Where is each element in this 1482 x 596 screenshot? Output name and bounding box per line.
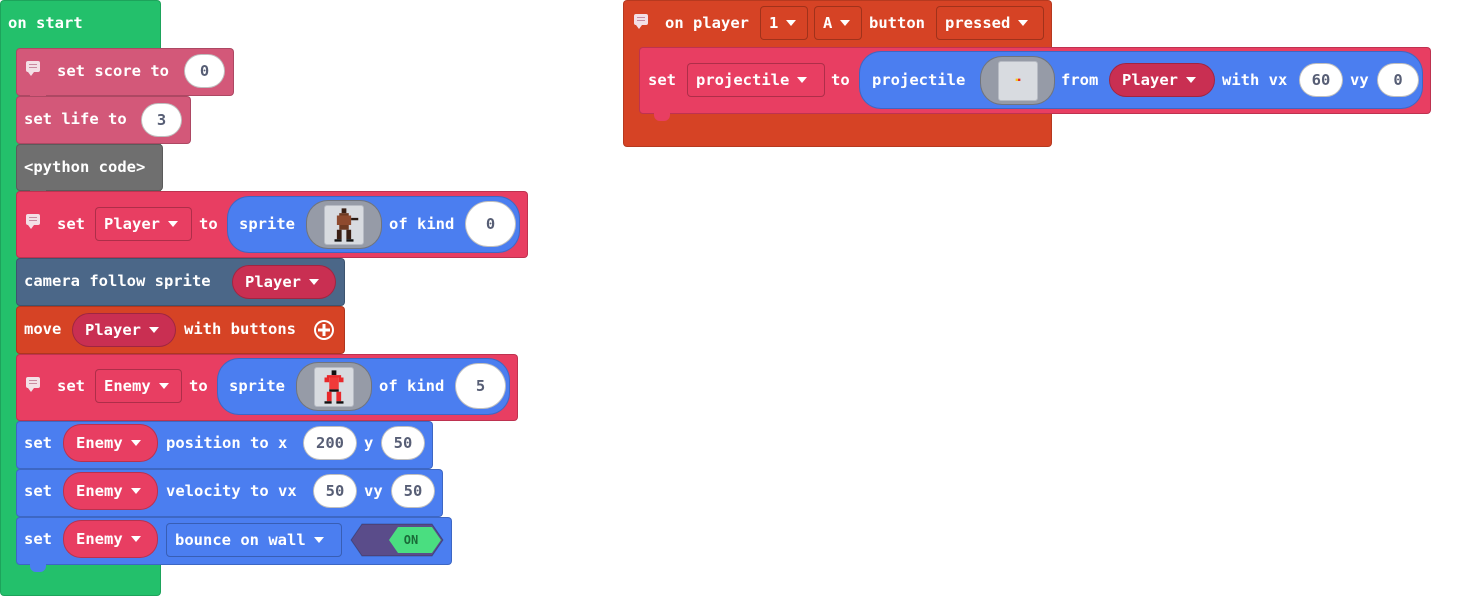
move-player-dropdown[interactable]: Player bbox=[72, 313, 176, 347]
plus-circle-icon[interactable] bbox=[312, 318, 336, 342]
chevron-down-icon bbox=[130, 440, 141, 446]
position-enemy-dropdown[interactable]: Enemy bbox=[63, 424, 158, 462]
chevron-down-icon bbox=[1018, 20, 1029, 26]
from-label: from bbox=[1061, 71, 1099, 89]
set-life-label: set life to bbox=[24, 110, 127, 128]
projectile-image-field[interactable] bbox=[980, 56, 1055, 105]
button-key-dropdown[interactable]: A bbox=[814, 6, 862, 40]
chevron-down-icon bbox=[158, 383, 169, 389]
position-enemy-name: Enemy bbox=[76, 434, 123, 452]
projectile-vy-label: vy bbox=[1350, 71, 1369, 89]
projectile-vy-input[interactable]: 0 bbox=[1377, 63, 1419, 97]
enemy-sprite-image-field[interactable] bbox=[296, 362, 372, 411]
bounce-toggle-label: ON bbox=[403, 533, 419, 547]
of-kind-label: of kind bbox=[379, 377, 445, 395]
projectile-vx-input[interactable]: 60 bbox=[1299, 63, 1343, 97]
enemy-variable-name: Enemy bbox=[104, 377, 151, 395]
chevron-down-icon bbox=[797, 77, 808, 83]
block-notch bbox=[654, 113, 670, 121]
set-projectile-set-label: set bbox=[648, 71, 676, 89]
enemy-variable-dropdown[interactable]: Enemy bbox=[95, 369, 182, 403]
score-value-input[interactable]: 0 bbox=[184, 54, 225, 88]
on-player-label: on player bbox=[665, 14, 749, 32]
enemy-kind-input[interactable]: 5 bbox=[455, 363, 506, 409]
chevron-down-icon bbox=[130, 536, 141, 542]
move-label: move bbox=[24, 320, 62, 338]
button-event-dropdown[interactable]: pressed bbox=[936, 6, 1044, 40]
comment-icon[interactable] bbox=[26, 61, 40, 76]
set-projectile-to-label: to bbox=[831, 71, 850, 89]
set-enemy-to-label: to bbox=[189, 377, 208, 395]
chevron-down-icon bbox=[1186, 77, 1196, 83]
projectile-variable-name: projectile bbox=[696, 71, 790, 89]
python-code-label: <python code> bbox=[24, 158, 146, 176]
player-variable-dropdown[interactable]: Player bbox=[95, 207, 192, 241]
set-velocity-set-label: set bbox=[24, 482, 52, 500]
chevron-down-icon bbox=[168, 221, 178, 227]
projectile-variable-dropdown[interactable]: projectile bbox=[687, 63, 825, 97]
camera-player-dropdown[interactable]: Player bbox=[232, 265, 336, 299]
bounce-enemy-name: Enemy bbox=[76, 530, 123, 548]
player-number-dropdown[interactable]: 1 bbox=[760, 6, 808, 40]
position-y-label: y bbox=[364, 434, 374, 452]
projectile-label: projectile bbox=[872, 71, 966, 89]
sprite-label: sprite bbox=[239, 215, 295, 233]
set-player-to-label: to bbox=[199, 215, 218, 233]
move-player-name: Player bbox=[85, 321, 141, 339]
velocity-vx-input[interactable]: 50 bbox=[313, 474, 357, 508]
chevron-down-icon bbox=[130, 488, 141, 494]
projectile-image bbox=[1015, 78, 1020, 81]
projectile-source-name: Player bbox=[1122, 71, 1178, 89]
bounce-option-name: bounce on wall bbox=[175, 531, 306, 549]
set-score-label: set score to bbox=[57, 62, 169, 80]
of-kind-label: of kind bbox=[389, 215, 455, 233]
velocity-enemy-name: Enemy bbox=[76, 482, 123, 500]
camera-follow-label: camera follow sprite bbox=[24, 272, 211, 290]
chevron-down-icon bbox=[313, 537, 324, 543]
velocity-to-vx-label: velocity to vx bbox=[166, 482, 297, 500]
on-start-label: on start bbox=[8, 14, 83, 32]
bounce-option-dropdown[interactable]: bounce on wall bbox=[166, 523, 342, 557]
block-notch bbox=[30, 564, 46, 572]
set-enemy-set-label: set bbox=[57, 377, 85, 395]
button-event: pressed bbox=[945, 14, 1011, 32]
button-key: A bbox=[823, 14, 833, 32]
bounce-enemy-dropdown[interactable]: Enemy bbox=[63, 520, 158, 558]
with-vx-label: with vx bbox=[1222, 71, 1288, 89]
set-position-set-label: set bbox=[24, 434, 52, 452]
velocity-vy-input[interactable]: 50 bbox=[391, 474, 435, 508]
camera-player-name: Player bbox=[245, 273, 301, 291]
chevron-down-icon bbox=[840, 20, 851, 26]
comment-icon[interactable] bbox=[26, 214, 40, 229]
player-kind-input[interactable]: 0 bbox=[465, 201, 516, 247]
comment-icon[interactable] bbox=[634, 14, 648, 29]
set-bounce-set-label: set bbox=[24, 530, 52, 548]
velocity-enemy-dropdown[interactable]: Enemy bbox=[63, 472, 158, 510]
position-x-input[interactable]: 200 bbox=[303, 426, 357, 460]
sprite-label: sprite bbox=[229, 377, 285, 395]
player-sprite-image-field[interactable] bbox=[306, 200, 382, 249]
player-variable-name: Player bbox=[104, 215, 160, 233]
comment-icon[interactable] bbox=[26, 377, 40, 392]
position-to-x-label: position to x bbox=[166, 434, 288, 452]
player-number: 1 bbox=[769, 14, 779, 32]
chevron-down-icon bbox=[309, 279, 319, 285]
player-sprite-image bbox=[334, 207, 359, 242]
life-value-input[interactable]: 3 bbox=[141, 103, 182, 137]
projectile-source-dropdown[interactable]: Player bbox=[1109, 63, 1215, 97]
velocity-vy-label: vy bbox=[364, 482, 383, 500]
chevron-down-icon bbox=[786, 20, 797, 26]
chevron-down-icon bbox=[149, 327, 159, 333]
position-y-input[interactable]: 50 bbox=[381, 426, 425, 460]
button-label: button bbox=[869, 14, 925, 32]
enemy-sprite-image bbox=[324, 369, 344, 404]
set-player-set-label: set bbox=[57, 215, 85, 233]
with-buttons-label: with buttons bbox=[184, 320, 296, 338]
